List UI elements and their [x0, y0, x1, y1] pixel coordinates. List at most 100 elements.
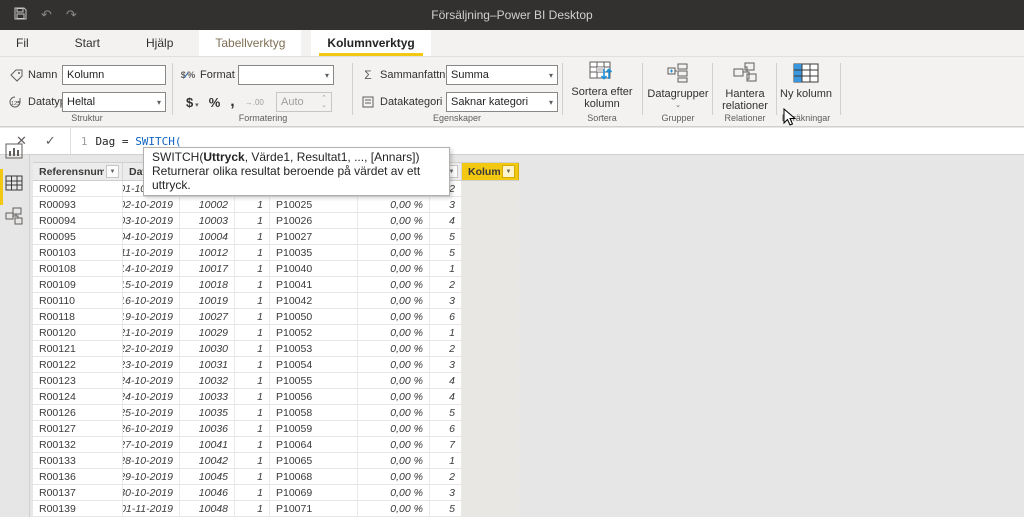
table-cell[interactable]: 10018	[180, 277, 235, 292]
table-cell[interactable]: P10071	[270, 501, 358, 516]
table-cell[interactable]: 2	[430, 341, 462, 356]
table-cell[interactable]: 0,00 %	[358, 421, 430, 436]
table-cell[interactable]: 1	[235, 197, 270, 212]
table-cell[interactable]: R00108	[33, 261, 123, 276]
table-cell[interactable]: 29-10-2019	[123, 469, 180, 484]
table-cell[interactable]: P10035	[270, 245, 358, 260]
table-cell[interactable]: 10017	[180, 261, 235, 276]
table-cell[interactable]	[462, 389, 519, 404]
table-cell[interactable]: 1	[235, 309, 270, 324]
table-cell[interactable]: P10054	[270, 357, 358, 372]
table-cell[interactable]: 1	[235, 485, 270, 500]
table-cell[interactable]: 3	[430, 197, 462, 212]
table-cell[interactable]: 1	[235, 469, 270, 484]
table-cell[interactable]: 3	[430, 485, 462, 500]
tab-fil[interactable]: Fil	[0, 30, 45, 56]
table-cell[interactable]: 24-10-2019	[123, 389, 180, 404]
undo-icon[interactable]: ↶	[41, 7, 52, 23]
table-cell[interactable]	[462, 213, 519, 228]
table-cell[interactable]: R00110	[33, 293, 123, 308]
table-cell[interactable]: 25-10-2019	[123, 405, 180, 420]
table-cell[interactable]: 1	[235, 293, 270, 308]
tab-kolumnverktyg[interactable]: Kolumnverktyg	[311, 30, 430, 56]
table-cell[interactable]: 0,00 %	[358, 213, 430, 228]
filter-dropdown-icon[interactable]: ▼	[502, 165, 515, 178]
table-cell[interactable]: 16-10-2019	[123, 293, 180, 308]
datacategory-select[interactable]: Saknar kategori▾	[446, 92, 558, 112]
table-cell[interactable]: R00103	[33, 245, 123, 260]
table-cell[interactable]: 1	[235, 229, 270, 244]
column-header[interactable]: Referensnummer▼	[33, 163, 123, 180]
table-cell[interactable]: 0,00 %	[358, 373, 430, 388]
table-cell[interactable]: R00126	[33, 405, 123, 420]
table-cell[interactable]: 03-10-2019	[123, 213, 180, 228]
table-cell[interactable]: 10031	[180, 357, 235, 372]
table-cell[interactable]: 1	[235, 261, 270, 276]
table-cell[interactable]: P10058	[270, 405, 358, 420]
table-cell[interactable]: 1	[235, 437, 270, 452]
table-cell[interactable]	[462, 341, 519, 356]
table-cell[interactable]: 21-10-2019	[123, 325, 180, 340]
table-cell[interactable]: R00123	[33, 373, 123, 388]
sort-by-column-button[interactable]: Sortera efter kolumn ⌄	[566, 61, 638, 119]
manage-relationships-button[interactable]: Hantera relationer	[716, 61, 774, 119]
table-cell[interactable]: 0,00 %	[358, 261, 430, 276]
filter-dropdown-icon[interactable]: ▼	[106, 165, 119, 178]
tab-tabellverktyg[interactable]: Tabellverktyg	[199, 30, 301, 56]
table-cell[interactable]: 3	[430, 357, 462, 372]
table-cell[interactable]: 4	[430, 373, 462, 388]
table-cell[interactable]: 1	[235, 453, 270, 468]
table-cell[interactable]: 6	[430, 309, 462, 324]
table-cell[interactable]: 0,00 %	[358, 501, 430, 516]
table-cell[interactable]: R00132	[33, 437, 123, 452]
report-view-icon[interactable]	[5, 143, 25, 163]
table-cell[interactable]: 0,00 %	[358, 453, 430, 468]
table-cell[interactable]: P10040	[270, 261, 358, 276]
table-cell[interactable]: 10012	[180, 245, 235, 260]
table-cell[interactable]: 10004	[180, 229, 235, 244]
table-cell[interactable]: 10019	[180, 293, 235, 308]
table-cell[interactable]: R00139	[33, 501, 123, 516]
table-cell[interactable]: 0,00 %	[358, 277, 430, 292]
table-cell[interactable]: R00136	[33, 469, 123, 484]
table-cell[interactable]: 0,00 %	[358, 389, 430, 404]
table-cell[interactable]: 10032	[180, 373, 235, 388]
table-cell[interactable]: P10041	[270, 277, 358, 292]
table-cell[interactable]: P10050	[270, 309, 358, 324]
table-cell[interactable]: 30-10-2019	[123, 485, 180, 500]
model-view-icon[interactable]	[5, 207, 25, 227]
table-cell[interactable]: 19-10-2019	[123, 309, 180, 324]
table-cell[interactable]: 5	[430, 501, 462, 516]
table-cell[interactable]: 04-10-2019	[123, 229, 180, 244]
formula-input[interactable]: 1 Dag = SWITCH(	[81, 135, 182, 148]
table-cell[interactable]	[462, 469, 519, 484]
table-cell[interactable]: 23-10-2019	[123, 357, 180, 372]
table-cell[interactable]: 0,00 %	[358, 357, 430, 372]
table-cell[interactable]: 22-10-2019	[123, 341, 180, 356]
table-cell[interactable]	[462, 437, 519, 452]
table-cell[interactable]: 01-11-2019	[123, 501, 180, 516]
table-cell[interactable]: 0,00 %	[358, 325, 430, 340]
table-cell[interactable]: 10042	[180, 453, 235, 468]
table-cell[interactable]: 10036	[180, 421, 235, 436]
percent-format-button[interactable]: %	[209, 95, 221, 110]
table-cell[interactable]: 24-10-2019	[123, 373, 180, 388]
table-cell[interactable]: R00094	[33, 213, 123, 228]
table-cell[interactable]: 1	[235, 501, 270, 516]
table-cell[interactable]: 1	[235, 325, 270, 340]
table-cell[interactable]: 15-10-2019	[123, 277, 180, 292]
table-cell[interactable]: 11-10-2019	[123, 245, 180, 260]
table-cell[interactable]	[462, 485, 519, 500]
table-cell[interactable]: 0,00 %	[358, 293, 430, 308]
table-cell[interactable]: 4	[430, 389, 462, 404]
table-cell[interactable]: 1	[430, 325, 462, 340]
table-cell[interactable]: R00093	[33, 197, 123, 212]
table-cell[interactable]: 1	[430, 261, 462, 276]
table-cell[interactable]	[462, 277, 519, 292]
table-cell[interactable]: 10033	[180, 389, 235, 404]
table-cell[interactable]: 1	[235, 421, 270, 436]
table-cell[interactable]	[462, 453, 519, 468]
table-cell[interactable]: 10030	[180, 341, 235, 356]
table-cell[interactable]: P10068	[270, 469, 358, 484]
table-cell[interactable]: R00092	[33, 181, 123, 196]
